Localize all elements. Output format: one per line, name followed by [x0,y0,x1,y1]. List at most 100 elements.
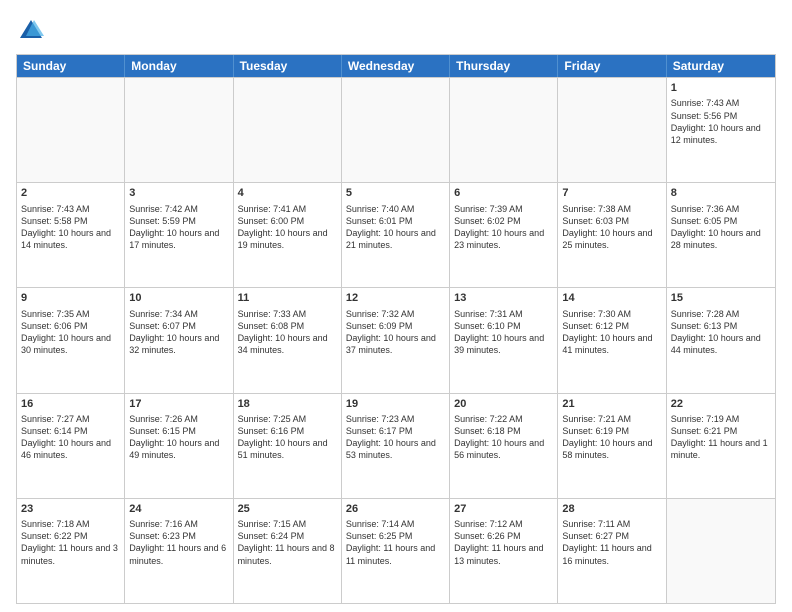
day-number: 22 [671,397,771,412]
day-number: 10 [129,291,228,306]
day-number: 6 [454,186,553,201]
cell-info: Sunrise: 7:43 AM Sunset: 5:58 PM Dayligh… [21,203,120,252]
calendar-cell: 11 Sunrise: 7:33 AM Sunset: 6:08 PM Dayli… [234,288,342,392]
calendar-cell: 3Sunrise: 7:42 AM Sunset: 5:59 PM Daylig… [125,183,233,287]
header-day-thursday: Thursday [450,55,558,77]
calendar-cell [17,78,125,182]
header-day-saturday: Saturday [667,55,775,77]
cell-info: Sunrise: 7:36 AM Sunset: 6:05 PM Dayligh… [671,203,771,252]
calendar: SundayMondayTuesdayWednesdayThursdayFrid… [16,54,776,604]
calendar-header: SundayMondayTuesdayWednesdayThursdayFrid… [17,55,775,77]
day-number: 18 [238,397,337,412]
day-number: 8 [671,186,771,201]
cell-info: Sunrise: 7:33 AM Sunset: 6:08 PM Dayligh… [238,308,337,357]
calendar-cell: 20Sunrise: 7:22 AM Sunset: 6:18 PM Dayli… [450,394,558,498]
calendar-cell: 25Sunrise: 7:15 AM Sunset: 6:24 PM Dayli… [234,499,342,603]
cell-info: Sunrise: 7:15 AM Sunset: 6:24 PM Dayligh… [238,518,337,567]
header-day-sunday: Sunday [17,55,125,77]
calendar-cell: 15 Sunrise: 7:28 AM Sunset: 6:13 PM Dayli… [667,288,775,392]
cell-info: Sunrise: 7:19 AM Sunset: 6:21 PM Dayligh… [671,413,771,462]
cell-info: Sunrise: 7:11 AM Sunset: 6:27 PM Dayligh… [562,518,661,567]
cell-info: Sunrise: 7:18 AM Sunset: 6:22 PM Dayligh… [21,518,120,567]
calendar-cell: 17Sunrise: 7:26 AM Sunset: 6:15 PM Dayli… [125,394,233,498]
day-number: 12 [346,291,445,306]
day-number: 24 [129,502,228,517]
cell-info: Sunrise: 7:12 AM Sunset: 6:26 PM Dayligh… [454,518,553,567]
calendar-cell: 1Sunrise: 7:43 AM Sunset: 5:56 PM Daylig… [667,78,775,182]
day-number: 26 [346,502,445,517]
calendar-cell [667,499,775,603]
cell-info: Sunrise: 7:26 AM Sunset: 6:15 PM Dayligh… [129,413,228,462]
day-number: 28 [562,502,661,517]
day-number: 17 [129,397,228,412]
cell-info: Sunrise: 7:41 AM Sunset: 6:00 PM Dayligh… [238,203,337,252]
cell-info: Sunrise: 7:38 AM Sunset: 6:03 PM Dayligh… [562,203,661,252]
day-number: 19 [346,397,445,412]
calendar-cell: 27Sunrise: 7:12 AM Sunset: 6:26 PM Dayli… [450,499,558,603]
cell-info: Sunrise: 7:27 AM Sunset: 6:14 PM Dayligh… [21,413,120,462]
calendar-body: 1Sunrise: 7:43 AM Sunset: 5:56 PM Daylig… [17,77,775,603]
day-number: 14 [562,291,661,306]
cell-info: Sunrise: 7:34 AM Sunset: 6:07 PM Dayligh… [129,308,228,357]
cell-info: Sunrise: 7:22 AM Sunset: 6:18 PM Dayligh… [454,413,553,462]
calendar-row-2: 9 Sunrise: 7:35 AM Sunset: 6:06 PM Daylig… [17,287,775,392]
calendar-cell: 19Sunrise: 7:23 AM Sunset: 6:17 PM Dayli… [342,394,450,498]
calendar-row-3: 16Sunrise: 7:27 AM Sunset: 6:14 PM Dayli… [17,393,775,498]
calendar-cell: 24Sunrise: 7:16 AM Sunset: 6:23 PM Dayli… [125,499,233,603]
day-number: 23 [21,502,120,517]
day-number: 3 [129,186,228,201]
calendar-cell: 5 Sunrise: 7:40 AM Sunset: 6:01 PM Daylig… [342,183,450,287]
cell-info: Sunrise: 7:21 AM Sunset: 6:19 PM Dayligh… [562,413,661,462]
cell-info: Sunrise: 7:40 AM Sunset: 6:01 PM Dayligh… [346,203,445,252]
logo [16,16,50,46]
day-number: 2 [21,186,120,201]
cell-info: Sunrise: 7:43 AM Sunset: 5:56 PM Dayligh… [671,97,771,146]
calendar-cell: 14Sunrise: 7:30 AM Sunset: 6:12 PM Dayli… [558,288,666,392]
cell-info: Sunrise: 7:23 AM Sunset: 6:17 PM Dayligh… [346,413,445,462]
day-number: 25 [238,502,337,517]
header-day-monday: Monday [125,55,233,77]
calendar-cell [450,78,558,182]
calendar-cell: 26Sunrise: 7:14 AM Sunset: 6:25 PM Dayli… [342,499,450,603]
calendar-cell: 12 Sunrise: 7:32 AM Sunset: 6:09 PM Dayli… [342,288,450,392]
cell-info: Sunrise: 7:25 AM Sunset: 6:16 PM Dayligh… [238,413,337,462]
day-number: 15 [671,291,771,306]
day-number: 16 [21,397,120,412]
page: SundayMondayTuesdayWednesdayThursdayFrid… [0,0,792,612]
calendar-cell: 13 Sunrise: 7:31 AM Sunset: 6:10 PM Dayli… [450,288,558,392]
calendar-cell: 10 Sunrise: 7:34 AM Sunset: 6:07 PM Dayli… [125,288,233,392]
cell-info: Sunrise: 7:39 AM Sunset: 6:02 PM Dayligh… [454,203,553,252]
day-number: 4 [238,186,337,201]
header-day-tuesday: Tuesday [234,55,342,77]
cell-info: Sunrise: 7:16 AM Sunset: 6:23 PM Dayligh… [129,518,228,567]
day-number: 11 [238,291,337,306]
calendar-cell: 2 Sunrise: 7:43 AM Sunset: 5:58 PM Daylig… [17,183,125,287]
cell-info: Sunrise: 7:28 AM Sunset: 6:13 PM Dayligh… [671,308,771,357]
header-day-friday: Friday [558,55,666,77]
calendar-cell [342,78,450,182]
day-number: 27 [454,502,553,517]
day-number: 13 [454,291,553,306]
calendar-cell: 7Sunrise: 7:38 AM Sunset: 6:03 PM Daylig… [558,183,666,287]
calendar-cell: 9 Sunrise: 7:35 AM Sunset: 6:06 PM Daylig… [17,288,125,392]
calendar-cell [234,78,342,182]
day-number: 21 [562,397,661,412]
calendar-cell: 16Sunrise: 7:27 AM Sunset: 6:14 PM Dayli… [17,394,125,498]
calendar-cell: 22Sunrise: 7:19 AM Sunset: 6:21 PM Dayli… [667,394,775,498]
calendar-cell: 6 Sunrise: 7:39 AM Sunset: 6:02 PM Daylig… [450,183,558,287]
cell-info: Sunrise: 7:35 AM Sunset: 6:06 PM Dayligh… [21,308,120,357]
calendar-row-0: 1Sunrise: 7:43 AM Sunset: 5:56 PM Daylig… [17,77,775,182]
calendar-row-4: 23Sunrise: 7:18 AM Sunset: 6:22 PM Dayli… [17,498,775,603]
day-number: 1 [671,81,771,96]
header [16,16,776,46]
calendar-cell: 28Sunrise: 7:11 AM Sunset: 6:27 PM Dayli… [558,499,666,603]
logo-icon [16,16,46,46]
cell-info: Sunrise: 7:31 AM Sunset: 6:10 PM Dayligh… [454,308,553,357]
day-number: 5 [346,186,445,201]
day-number: 9 [21,291,120,306]
calendar-cell: 18Sunrise: 7:25 AM Sunset: 6:16 PM Dayli… [234,394,342,498]
calendar-cell: 4 Sunrise: 7:41 AM Sunset: 6:00 PM Daylig… [234,183,342,287]
cell-info: Sunrise: 7:32 AM Sunset: 6:09 PM Dayligh… [346,308,445,357]
header-day-wednesday: Wednesday [342,55,450,77]
calendar-cell: 21Sunrise: 7:21 AM Sunset: 6:19 PM Dayli… [558,394,666,498]
